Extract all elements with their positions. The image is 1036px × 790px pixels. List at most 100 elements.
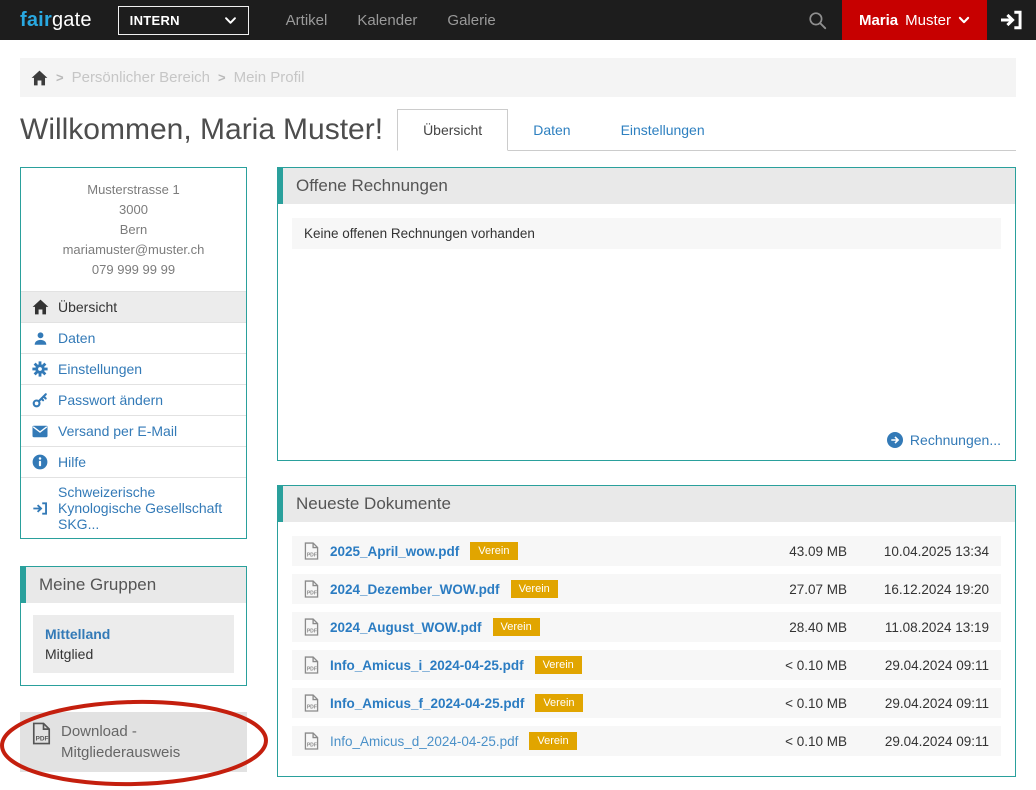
document-badge: Verein (535, 656, 582, 674)
envelope-icon (31, 425, 49, 438)
sidebar-item-uebersicht[interactable]: Übersicht (21, 291, 246, 322)
document-link[interactable]: 2024_August_WOW.pdf (330, 620, 482, 635)
document-size: 28.40 MB (727, 620, 847, 635)
site-select-dropdown[interactable]: INTERN (118, 6, 249, 35)
fairgate-logo[interactable]: fairgate (20, 9, 92, 32)
sidebar-item-label: Einstellungen (58, 361, 142, 377)
title-row: Willkommen, MariaMuster! Übersicht Daten… (20, 109, 1016, 151)
download-membership-card-wrapper: PDF Download - Mitgliederausweis (20, 712, 247, 772)
document-row: PDF 2024_Dezember_WOW.pdf Verein 27.07 M… (292, 574, 1001, 604)
breadcrumb-separator: > (56, 70, 64, 85)
download-button-label: Download - Mitgliederausweis (61, 721, 235, 763)
main-nav: Artikel Kalender Galerie (271, 12, 511, 29)
svg-text:PDF: PDF (36, 736, 49, 743)
document-date: 16.12.2024 19:20 (847, 582, 989, 597)
sidebar-item-daten[interactable]: Daten (21, 322, 246, 353)
user-icon (31, 331, 49, 346)
user-last-name: Muster (905, 12, 951, 29)
svg-text:PDF: PDF (307, 667, 317, 673)
document-date: 10.04.2025 13:34 (847, 544, 989, 559)
document-size: 27.07 MB (727, 582, 847, 597)
svg-text:PDF: PDF (307, 591, 317, 597)
download-membership-card-button[interactable]: PDF Download - Mitgliederausweis (20, 712, 247, 772)
welcome-name: Muster! (283, 113, 383, 146)
nav-link-galerie[interactable]: Galerie (432, 12, 510, 29)
document-date: 11.08.2024 13:19 (847, 620, 989, 635)
svg-text:PDF: PDF (307, 553, 317, 559)
address-email: mariamuster@muster.ch (29, 240, 238, 260)
profile-tabs: Übersicht Daten Einstellungen (397, 109, 1016, 151)
document-row: PDF Info_Amicus_f_2024-04-25.pdf Verein … (292, 688, 1001, 718)
nav-link-artikel[interactable]: Artikel (271, 12, 343, 29)
document-row: PDF 2025_April_wow.pdf Verein 43.09 MB 1… (292, 536, 1001, 566)
document-row: PDF Info_Amicus_i_2024-04-25.pdf Verein … (292, 650, 1001, 680)
document-badge: Verein (470, 542, 517, 560)
nav-link-kalender[interactable]: Kalender (342, 12, 432, 29)
pdf-icon: PDF (32, 722, 51, 745)
my-groups-panel: Meine Gruppen Mittelland Mitglied (20, 566, 247, 686)
sidebar-item-label: Schweizerische Kynologische Gesellschaft… (58, 484, 236, 532)
logo-part-fair: fair (20, 9, 52, 31)
home-icon[interactable] (31, 70, 48, 86)
document-badge: Verein (511, 580, 558, 598)
address-block: Musterstrasse 1 3000 Bern mariamuster@mu… (21, 168, 246, 291)
document-link[interactable]: 2024_Dezember_WOW.pdf (330, 582, 500, 597)
address-zip: 3000 (29, 200, 238, 220)
document-size: < 0.10 MB (727, 734, 847, 749)
sidebar: Musterstrasse 1 3000 Bern mariamuster@mu… (20, 167, 247, 777)
sidebar-item-versand-per-email[interactable]: Versand per E-Mail (21, 415, 246, 446)
document-badge: Verein (529, 732, 576, 750)
sign-in-icon (31, 501, 49, 516)
pdf-icon: PDF (304, 656, 319, 674)
sidebar-item-passwort-aendern[interactable]: Passwort ändern (21, 384, 246, 415)
document-size: 43.09 MB (727, 544, 847, 559)
document-size: < 0.10 MB (727, 696, 847, 711)
sidebar-item-hilfe[interactable]: Hilfe (21, 446, 246, 477)
gear-icon (31, 361, 49, 377)
main-area: Offene Rechnungen Keine offenen Rechnung… (277, 167, 1016, 777)
user-first-name: Maria (859, 12, 898, 29)
sidebar-item-einstellungen[interactable]: Einstellungen (21, 353, 246, 384)
search-button[interactable] (793, 11, 842, 30)
document-link[interactable]: Info_Amicus_f_2024-04-25.pdf (330, 696, 524, 711)
invoices-link-label: Rechnungen... (910, 432, 1001, 448)
chevron-down-icon (958, 14, 970, 26)
address-phone: 079 999 99 99 (29, 260, 238, 280)
tab-daten[interactable]: Daten (508, 110, 595, 150)
group-card: Mittelland Mitglied (33, 615, 234, 673)
open-invoices-panel: Offene Rechnungen Keine offenen Rechnung… (277, 167, 1016, 461)
document-link[interactable]: Info_Amicus_d_2024-04-25.pdf (330, 734, 518, 749)
document-link[interactable]: Info_Amicus_i_2024-04-25.pdf (330, 658, 524, 673)
breadcrumb-my-profile[interactable]: Mein Profil (234, 69, 305, 86)
pdf-icon: PDF (304, 618, 319, 636)
open-invoices-body: Keine offenen Rechnungen vorhanden (278, 204, 1015, 249)
document-row: PDF Info_Amicus_d_2024-04-25.pdf Verein … (292, 726, 1001, 756)
no-invoices-message: Keine offenen Rechnungen vorhanden (292, 218, 1001, 249)
pdf-icon: PDF (304, 542, 319, 560)
group-name-link[interactable]: Mittelland (45, 624, 222, 644)
invoices-link[interactable]: Rechnungen... (278, 420, 1015, 460)
logout-button[interactable] (987, 9, 1036, 31)
document-size: < 0.10 MB (727, 658, 847, 673)
search-icon (808, 11, 827, 30)
svg-text:PDF: PDF (307, 705, 317, 711)
tab-uebersicht[interactable]: Übersicht (397, 109, 508, 151)
breadcrumb-personal-area[interactable]: Persönlicher Bereich (72, 69, 210, 86)
group-role: Mitglied (45, 644, 222, 664)
svg-text:PDF: PDF (307, 629, 317, 635)
sidebar-item-skg[interactable]: Schweizerische Kynologische Gesellschaft… (21, 477, 246, 538)
info-icon (31, 454, 49, 470)
top-navbar: fairgate INTERN Artikel Kalender Galerie… (0, 0, 1036, 40)
document-row: PDF 2024_August_WOW.pdf Verein 28.40 MB … (292, 612, 1001, 642)
user-menu-button[interactable]: Maria Muster (842, 0, 987, 40)
tab-einstellungen[interactable]: Einstellungen (596, 110, 730, 150)
breadcrumb-separator: > (218, 70, 226, 85)
key-icon (31, 392, 49, 408)
newest-documents-title: Neueste Dokumente (278, 486, 1015, 522)
arrow-circle-right-icon (887, 432, 903, 448)
document-link[interactable]: 2025_April_wow.pdf (330, 544, 459, 559)
welcome-text: Willkommen, Maria (20, 113, 275, 146)
document-badge: Verein (535, 694, 582, 712)
sign-out-icon (999, 9, 1023, 31)
newest-documents-panel: Neueste Dokumente PDF 2025_April_wow.pdf… (277, 485, 1016, 777)
